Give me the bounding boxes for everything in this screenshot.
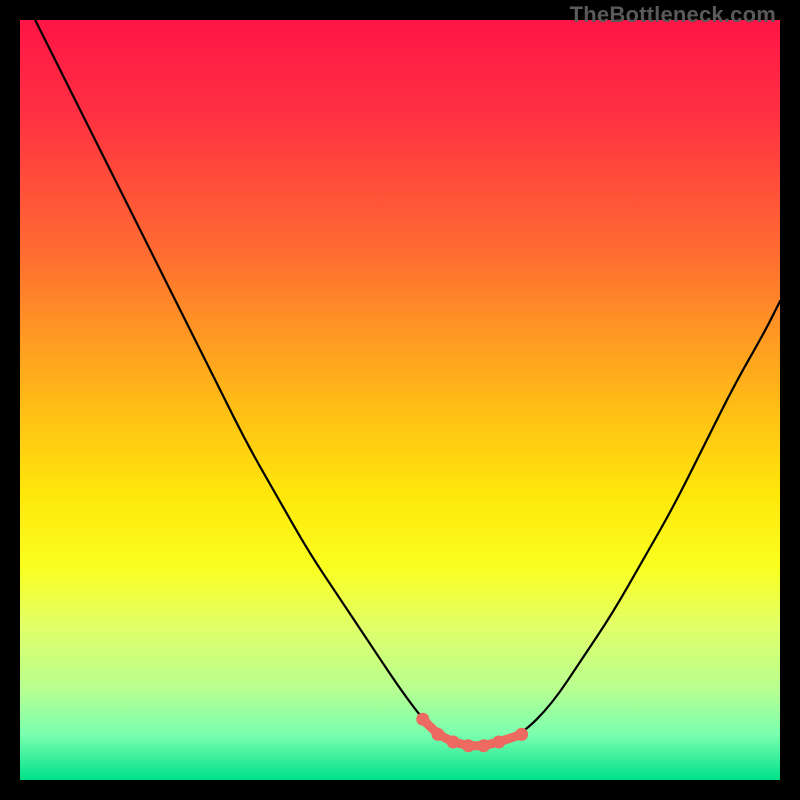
chart-frame: TheBottleneck.com bbox=[0, 0, 800, 800]
chart-svg bbox=[20, 20, 780, 780]
watermark-text: TheBottleneck.com bbox=[570, 2, 776, 28]
highlight-dot bbox=[416, 713, 429, 726]
plot-area bbox=[20, 20, 780, 780]
highlight-dot bbox=[447, 736, 460, 749]
highlight-dot bbox=[432, 728, 445, 741]
gradient-background bbox=[20, 20, 780, 780]
highlight-dot bbox=[477, 739, 490, 752]
highlight-dot bbox=[462, 739, 475, 752]
highlight-dot bbox=[492, 736, 505, 749]
highlight-dot bbox=[515, 728, 528, 741]
